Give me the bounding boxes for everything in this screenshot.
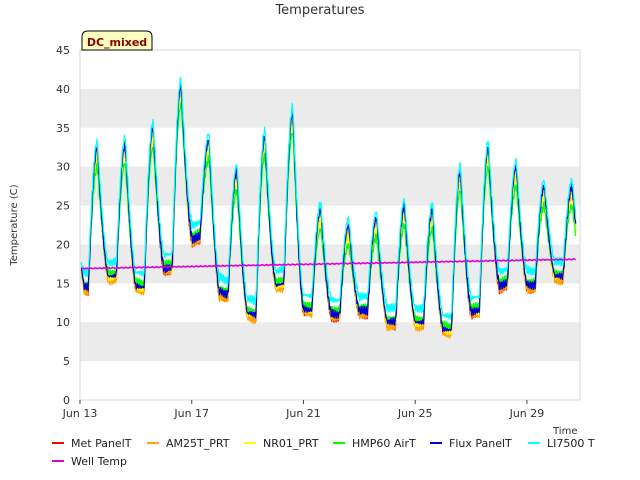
y-tick-label: 30 bbox=[56, 161, 70, 174]
y-tick-label: 25 bbox=[56, 200, 70, 213]
x-tick-label: Jun 25 bbox=[397, 407, 433, 420]
chart-title: Temperatures bbox=[274, 3, 364, 18]
series-line-hmp60-airt bbox=[80, 102, 577, 330]
legend: Met PanelT AM25T_PRT NR01_PRT HMP60 AirT Flu… bbox=[52, 437, 595, 468]
x-tick-label: Jun 29 bbox=[509, 407, 545, 420]
legend-label: Flux PanelT bbox=[449, 437, 512, 450]
legend-item: Flux PanelT bbox=[430, 437, 512, 450]
y-tick-label: 0 bbox=[63, 394, 70, 407]
legend-label: NR01_PRT bbox=[263, 437, 319, 450]
dataset-badge-label: DC_mixed bbox=[87, 36, 147, 49]
legend-item: Well Temp bbox=[52, 455, 127, 468]
legend-label: LI7500 T bbox=[547, 437, 595, 450]
x-axis-ticks: Jun 13 Jun 17 Jun 21 Jun 25 Jun 29 bbox=[62, 400, 545, 420]
legend-item: HMP60 AirT bbox=[333, 437, 416, 450]
grid-band bbox=[80, 322, 580, 362]
y-tick-label: 35 bbox=[56, 122, 70, 135]
dataset-badge: DC_mixed bbox=[81, 30, 153, 51]
y-tick-label: 45 bbox=[56, 44, 70, 57]
legend-label: HMP60 AirT bbox=[352, 437, 416, 450]
legend-item: LI7500 T bbox=[528, 437, 595, 450]
y-tick-label: 40 bbox=[56, 83, 70, 96]
y-tick-label: 20 bbox=[56, 238, 70, 251]
plot-background-bands bbox=[80, 88, 580, 362]
legend-item: NR01_PRT bbox=[244, 437, 319, 450]
x-tick-label: Jun 21 bbox=[285, 407, 321, 420]
legend-item: AM25T_PRT bbox=[147, 437, 230, 450]
legend-item: Met PanelT bbox=[52, 437, 132, 450]
y-tick-label: 5 bbox=[63, 355, 70, 368]
legend-label: Met PanelT bbox=[71, 437, 132, 450]
x-tick-label: Jun 17 bbox=[173, 407, 209, 420]
legend-label: Well Temp bbox=[71, 455, 127, 468]
x-axis-label: Time bbox=[552, 426, 577, 437]
temperature-chart: Temperatures 051015202530354045 Jun 13 Ju… bbox=[9, 3, 595, 468]
y-axis-ticks: 0 5 10 15 20 25 30 35 40 45 bbox=[56, 44, 70, 407]
y-tick-label: 10 bbox=[56, 316, 70, 329]
x-tick-label: Jun 13 bbox=[62, 407, 98, 420]
legend-label: AM25T_PRT bbox=[166, 437, 230, 450]
grid-band bbox=[80, 88, 580, 128]
y-tick-label: 15 bbox=[56, 277, 70, 290]
y-axis-label: Temperature (C) bbox=[9, 184, 20, 266]
